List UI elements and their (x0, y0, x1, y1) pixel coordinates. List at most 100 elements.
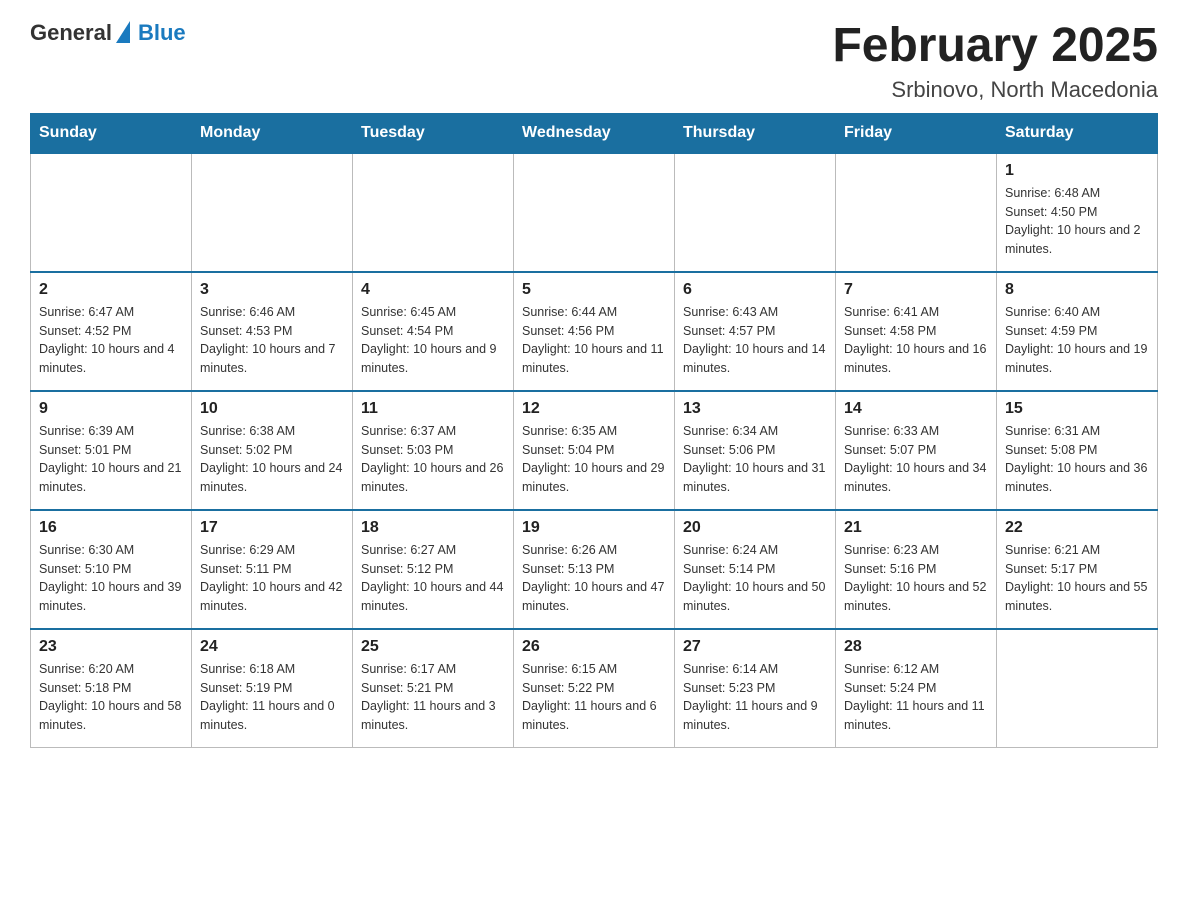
day-number: 20 (683, 519, 827, 537)
day-info: Sunrise: 6:26 AMSunset: 5:13 PMDaylight:… (522, 541, 666, 616)
day-info: Sunrise: 6:24 AMSunset: 5:14 PMDaylight:… (683, 541, 827, 616)
day-of-week-header: Wednesday (514, 113, 675, 153)
day-number: 26 (522, 638, 666, 656)
week-row: 2 Sunrise: 6:47 AMSunset: 4:52 PMDayligh… (31, 272, 1158, 391)
day-number: 18 (361, 519, 505, 537)
day-number: 9 (39, 400, 183, 418)
day-number: 6 (683, 281, 827, 299)
day-info: Sunrise: 6:18 AMSunset: 5:19 PMDaylight:… (200, 660, 344, 735)
calendar-cell: 15 Sunrise: 6:31 AMSunset: 5:08 PMDaylig… (997, 391, 1158, 510)
day-number: 11 (361, 400, 505, 418)
calendar-subtitle: Srbinovo, North Macedonia (832, 77, 1158, 103)
day-info: Sunrise: 6:46 AMSunset: 4:53 PMDaylight:… (200, 303, 344, 378)
day-info: Sunrise: 6:20 AMSunset: 5:18 PMDaylight:… (39, 660, 183, 735)
day-number: 12 (522, 400, 666, 418)
day-info: Sunrise: 6:40 AMSunset: 4:59 PMDaylight:… (1005, 303, 1149, 378)
calendar-cell (353, 153, 514, 272)
day-number: 10 (200, 400, 344, 418)
day-info: Sunrise: 6:44 AMSunset: 4:56 PMDaylight:… (522, 303, 666, 378)
day-number: 23 (39, 638, 183, 656)
calendar-cell: 17 Sunrise: 6:29 AMSunset: 5:11 PMDaylig… (192, 510, 353, 629)
logo: General Blue (30, 20, 186, 46)
day-number: 15 (1005, 400, 1149, 418)
day-number: 14 (844, 400, 988, 418)
day-info: Sunrise: 6:15 AMSunset: 5:22 PMDaylight:… (522, 660, 666, 735)
day-info: Sunrise: 6:21 AMSunset: 5:17 PMDaylight:… (1005, 541, 1149, 616)
day-number: 8 (1005, 281, 1149, 299)
calendar-cell: 9 Sunrise: 6:39 AMSunset: 5:01 PMDayligh… (31, 391, 192, 510)
day-info: Sunrise: 6:12 AMSunset: 5:24 PMDaylight:… (844, 660, 988, 735)
day-info: Sunrise: 6:47 AMSunset: 4:52 PMDaylight:… (39, 303, 183, 378)
calendar-cell: 19 Sunrise: 6:26 AMSunset: 5:13 PMDaylig… (514, 510, 675, 629)
calendar-cell: 18 Sunrise: 6:27 AMSunset: 5:12 PMDaylig… (353, 510, 514, 629)
day-of-week-header: Monday (192, 113, 353, 153)
calendar-cell: 16 Sunrise: 6:30 AMSunset: 5:10 PMDaylig… (31, 510, 192, 629)
day-info: Sunrise: 6:17 AMSunset: 5:21 PMDaylight:… (361, 660, 505, 735)
day-of-week-header: Saturday (997, 113, 1158, 153)
day-number: 3 (200, 281, 344, 299)
day-info: Sunrise: 6:27 AMSunset: 5:12 PMDaylight:… (361, 541, 505, 616)
logo-general-text: General (30, 20, 112, 46)
day-info: Sunrise: 6:31 AMSunset: 5:08 PMDaylight:… (1005, 422, 1149, 497)
day-of-week-header: Thursday (675, 113, 836, 153)
calendar-cell: 4 Sunrise: 6:45 AMSunset: 4:54 PMDayligh… (353, 272, 514, 391)
calendar-cell: 28 Sunrise: 6:12 AMSunset: 5:24 PMDaylig… (836, 629, 997, 748)
page-header: General Blue February 2025 Srbinovo, Nor… (30, 20, 1158, 103)
calendar-cell: 1 Sunrise: 6:48 AMSunset: 4:50 PMDayligh… (997, 153, 1158, 272)
logo-blue-text: Blue (138, 20, 186, 46)
day-number: 24 (200, 638, 344, 656)
day-number: 25 (361, 638, 505, 656)
calendar-cell: 25 Sunrise: 6:17 AMSunset: 5:21 PMDaylig… (353, 629, 514, 748)
calendar-cell: 12 Sunrise: 6:35 AMSunset: 5:04 PMDaylig… (514, 391, 675, 510)
calendar-cell (192, 153, 353, 272)
day-info: Sunrise: 6:35 AMSunset: 5:04 PMDaylight:… (522, 422, 666, 497)
calendar-cell: 13 Sunrise: 6:34 AMSunset: 5:06 PMDaylig… (675, 391, 836, 510)
day-info: Sunrise: 6:30 AMSunset: 5:10 PMDaylight:… (39, 541, 183, 616)
calendar-cell: 27 Sunrise: 6:14 AMSunset: 5:23 PMDaylig… (675, 629, 836, 748)
calendar-cell: 7 Sunrise: 6:41 AMSunset: 4:58 PMDayligh… (836, 272, 997, 391)
week-row: 23 Sunrise: 6:20 AMSunset: 5:18 PMDaylig… (31, 629, 1158, 748)
calendar-table: SundayMondayTuesdayWednesdayThursdayFrid… (30, 113, 1158, 748)
calendar-cell: 5 Sunrise: 6:44 AMSunset: 4:56 PMDayligh… (514, 272, 675, 391)
day-number: 21 (844, 519, 988, 537)
day-of-week-header: Sunday (31, 113, 192, 153)
day-number: 5 (522, 281, 666, 299)
calendar-cell: 24 Sunrise: 6:18 AMSunset: 5:19 PMDaylig… (192, 629, 353, 748)
calendar-cell: 14 Sunrise: 6:33 AMSunset: 5:07 PMDaylig… (836, 391, 997, 510)
day-number: 17 (200, 519, 344, 537)
day-of-week-header: Tuesday (353, 113, 514, 153)
calendar-cell: 21 Sunrise: 6:23 AMSunset: 5:16 PMDaylig… (836, 510, 997, 629)
day-info: Sunrise: 6:48 AMSunset: 4:50 PMDaylight:… (1005, 184, 1149, 259)
day-number: 28 (844, 638, 988, 656)
day-info: Sunrise: 6:37 AMSunset: 5:03 PMDaylight:… (361, 422, 505, 497)
calendar-cell (675, 153, 836, 272)
calendar-cell: 26 Sunrise: 6:15 AMSunset: 5:22 PMDaylig… (514, 629, 675, 748)
day-number: 1 (1005, 162, 1149, 180)
day-number: 27 (683, 638, 827, 656)
day-number: 16 (39, 519, 183, 537)
week-row: 9 Sunrise: 6:39 AMSunset: 5:01 PMDayligh… (31, 391, 1158, 510)
day-number: 7 (844, 281, 988, 299)
calendar-cell (836, 153, 997, 272)
calendar-cell: 11 Sunrise: 6:37 AMSunset: 5:03 PMDaylig… (353, 391, 514, 510)
calendar-cell: 23 Sunrise: 6:20 AMSunset: 5:18 PMDaylig… (31, 629, 192, 748)
calendar-cell: 3 Sunrise: 6:46 AMSunset: 4:53 PMDayligh… (192, 272, 353, 391)
week-row: 16 Sunrise: 6:30 AMSunset: 5:10 PMDaylig… (31, 510, 1158, 629)
day-info: Sunrise: 6:29 AMSunset: 5:11 PMDaylight:… (200, 541, 344, 616)
calendar-cell: 8 Sunrise: 6:40 AMSunset: 4:59 PMDayligh… (997, 272, 1158, 391)
day-info: Sunrise: 6:23 AMSunset: 5:16 PMDaylight:… (844, 541, 988, 616)
calendar-cell: 22 Sunrise: 6:21 AMSunset: 5:17 PMDaylig… (997, 510, 1158, 629)
calendar-title: February 2025 (832, 20, 1158, 73)
calendar-cell: 6 Sunrise: 6:43 AMSunset: 4:57 PMDayligh… (675, 272, 836, 391)
calendar-cell (514, 153, 675, 272)
day-of-week-header: Friday (836, 113, 997, 153)
day-info: Sunrise: 6:14 AMSunset: 5:23 PMDaylight:… (683, 660, 827, 735)
calendar-cell: 10 Sunrise: 6:38 AMSunset: 5:02 PMDaylig… (192, 391, 353, 510)
day-info: Sunrise: 6:39 AMSunset: 5:01 PMDaylight:… (39, 422, 183, 497)
day-info: Sunrise: 6:38 AMSunset: 5:02 PMDaylight:… (200, 422, 344, 497)
calendar-cell: 20 Sunrise: 6:24 AMSunset: 5:14 PMDaylig… (675, 510, 836, 629)
week-row: 1 Sunrise: 6:48 AMSunset: 4:50 PMDayligh… (31, 153, 1158, 272)
calendar-cell: 2 Sunrise: 6:47 AMSunset: 4:52 PMDayligh… (31, 272, 192, 391)
day-info: Sunrise: 6:34 AMSunset: 5:06 PMDaylight:… (683, 422, 827, 497)
calendar-cell (997, 629, 1158, 748)
